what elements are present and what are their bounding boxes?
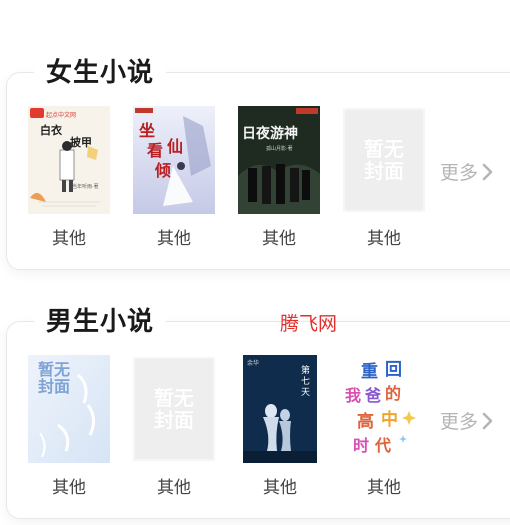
book-label: 其他 (52, 229, 86, 249)
no-cover-placeholder[interactable]: 暂无封面 (343, 108, 425, 212)
chevron-right-icon (482, 163, 493, 180)
book-label: 其他 (157, 478, 191, 498)
book-cover[interactable]: 坐 看 仙 倾 (133, 106, 215, 214)
section-title-female-novels: 女生小说 (34, 56, 167, 90)
svg-text:当年听雨·著: 当年听雨·著 (72, 183, 99, 190)
more-label: 更多 (440, 411, 479, 433)
svg-text:回: 回 (385, 360, 402, 380)
book-label: 其他 (367, 229, 401, 249)
svg-text:坐: 坐 (139, 121, 155, 140)
svg-text:起点中文网: 起点中文网 (46, 111, 76, 119)
placeholder-text: 暂无封面 (154, 386, 194, 432)
book-label: 其他 (52, 478, 86, 498)
section-title-male-novels: 男生小说 (34, 305, 167, 339)
book-cover[interactable]: 日夜游神 孤山月影·著 (238, 106, 320, 214)
svg-text:天: 天 (301, 388, 310, 398)
book-cover[interactable]: 暂无封面 (28, 355, 110, 463)
more-link-male[interactable]: 更多 (440, 407, 494, 434)
book-cover[interactable]: 起点中文网 白衣 披甲 当年听雨·著 (28, 106, 110, 214)
book-cover[interactable]: 余华 第 七 天 (243, 355, 317, 463)
svg-text:重: 重 (361, 361, 378, 382)
placeholder-text: 暂无封面 (38, 360, 71, 396)
no-cover-placeholder[interactable]: 暂无封面 (133, 357, 215, 461)
svg-text:看: 看 (146, 141, 163, 160)
svg-text:中: 中 (381, 409, 398, 430)
svg-text:我: 我 (345, 386, 361, 405)
more-label: 更多 (440, 162, 479, 184)
svg-text:日夜游神: 日夜游神 (242, 125, 298, 142)
watermark: 腾飞网 (280, 313, 338, 335)
svg-text:高: 高 (357, 411, 374, 432)
svg-text:白衣: 白衣 (40, 123, 63, 137)
book-cover[interactable]: 重 回 我 爸 的 高 中 时 代 (343, 355, 425, 463)
more-link-female[interactable]: 更多 (440, 158, 494, 185)
svg-text:代: 代 (374, 436, 391, 455)
book-label: 其他 (262, 229, 296, 249)
svg-text:孤山月影·著: 孤山月影·著 (266, 145, 293, 152)
page: 女生小说 起点中文网 白衣 披甲 当年听雨·著 其他 坐 看 仙 倾 其他 日夜… (0, 0, 510, 525)
svg-text:余华: 余华 (247, 359, 259, 367)
svg-text:七: 七 (301, 376, 310, 387)
book-label: 其他 (157, 229, 191, 249)
svg-text:仙: 仙 (167, 137, 183, 156)
svg-text:第: 第 (301, 364, 310, 376)
svg-text:倾: 倾 (154, 161, 171, 180)
svg-text:爸: 爸 (364, 386, 381, 405)
svg-text:时: 时 (353, 436, 369, 455)
svg-text:的: 的 (385, 384, 401, 403)
book-label: 其他 (263, 478, 297, 498)
book-label: 其他 (367, 478, 401, 498)
chevron-right-icon (482, 412, 493, 429)
placeholder-text: 暂无封面 (364, 137, 404, 183)
